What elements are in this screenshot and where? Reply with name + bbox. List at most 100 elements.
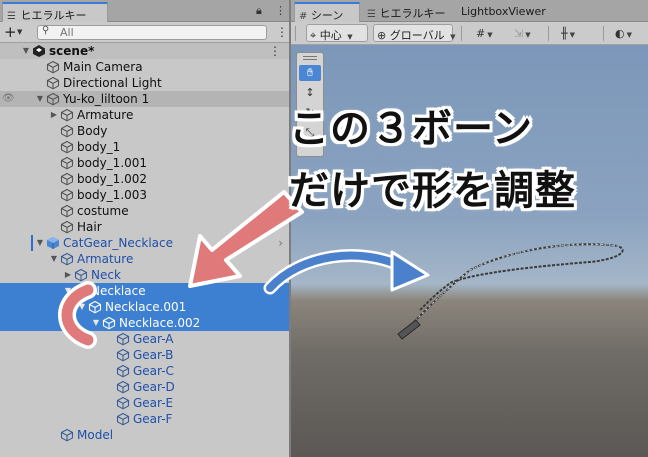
annotation-line-2: だけで形を調整 bbox=[289, 168, 576, 214]
chevron-down-icon: ▼ bbox=[450, 33, 456, 41]
hierarchy-row[interactable]: Main Camera bbox=[0, 59, 289, 75]
hierarchy-row[interactable]: ▼ Necklace bbox=[0, 283, 289, 299]
scene-menu-icon[interactable]: ⋮ bbox=[269, 43, 281, 59]
gameobject-cube-icon bbox=[116, 332, 130, 346]
ruler-button[interactable]: ╫ ▼ bbox=[557, 24, 595, 42]
hierarchy-row-label: body_1.001 bbox=[77, 156, 148, 170]
hierarchy-row-label: body_1.002 bbox=[77, 172, 148, 186]
hierarchy-row[interactable]: Directional Light bbox=[0, 75, 289, 91]
hierarchy-panel: ☰ ヒエラルキー 🔒︎ ⋮ + ▼ ⚲ ⋮ ▼ scene* ⋮ Main Camer… bbox=[0, 0, 289, 457]
gameobject-cube-icon bbox=[60, 204, 74, 218]
chevron-down-icon: ▼ bbox=[487, 31, 493, 39]
hierarchy-row-label: costume bbox=[77, 204, 129, 218]
hierarchy-row-label: Body bbox=[77, 124, 108, 138]
expand-arrow-down-icon[interactable]: ▼ bbox=[77, 299, 87, 315]
hierarchy-row[interactable]: Gear-F bbox=[0, 411, 289, 427]
globe-icon: ⊕ bbox=[377, 29, 387, 42]
tab-hierarchy-2[interactable]: ☰ ヒエラルキー bbox=[363, 2, 453, 22]
hierarchy-row[interactable]: ▼ Necklace.002 bbox=[0, 315, 289, 331]
hierarchy-row[interactable]: ▼ scene* ⋮ bbox=[0, 43, 289, 59]
chevron-down-icon: ▼ bbox=[347, 33, 353, 41]
gameobject-cube-icon bbox=[116, 412, 130, 426]
hierarchy-row[interactable]: Gear-E bbox=[0, 395, 289, 411]
sphere-icon: ◐ bbox=[615, 27, 625, 40]
hierarchy-row-label: body_1 bbox=[77, 140, 121, 154]
gameobject-cube-icon bbox=[116, 396, 130, 410]
hierarchy-row[interactable]: Gear-A bbox=[0, 331, 289, 347]
pivot-dropdown[interactable]: ⌖ 中心 ▼ bbox=[306, 24, 368, 42]
scene-toolbar: ⌖ 中心 ▼ ⊕ グローバル ▼ # ▼ ⇲ ▼ ╫ ▼ ◐ ▼ bbox=[291, 22, 648, 45]
hierarchy-row-label: Hair bbox=[77, 220, 102, 234]
lock-icon[interactable]: 🔒︎ bbox=[256, 4, 262, 18]
tab-lightbox-label: LightboxViewer bbox=[461, 5, 546, 18]
hierarchy-row[interactable]: Model bbox=[0, 427, 289, 443]
expand-arrow-down-icon[interactable]: ▼ bbox=[35, 91, 45, 107]
hierarchy-row[interactable]: ▼ CatGear_Necklace › bbox=[0, 235, 289, 251]
expand-arrow-down-icon[interactable]: ▼ bbox=[91, 315, 101, 331]
hierarchy-row[interactable]: Gear-D bbox=[0, 379, 289, 395]
tab-lightbox-viewer[interactable]: LightboxViewer bbox=[457, 2, 567, 22]
gameobject-cube-icon bbox=[60, 172, 74, 186]
space-dropdown[interactable]: ⊕ グローバル ▼ bbox=[373, 24, 456, 42]
hierarchy-row-label: Yu-ko_liltoon 1 bbox=[63, 92, 150, 106]
search-box[interactable]: ⚲ bbox=[37, 25, 267, 40]
expand-arrow-down-icon[interactable]: ▼ bbox=[35, 235, 45, 251]
expand-arrow-down-icon[interactable]: ▼ bbox=[21, 43, 31, 59]
hierarchy-row[interactable]: body_1 bbox=[0, 139, 289, 155]
pivot-label: 中心 bbox=[319, 29, 342, 42]
snap-icon: ⇲ bbox=[514, 27, 524, 40]
hand-tool-button[interactable]: ✋︎ bbox=[299, 65, 321, 81]
hierarchy-row-label: Gear-F bbox=[133, 412, 173, 426]
hierarchy-row-label: Gear-E bbox=[133, 396, 174, 410]
expand-arrow-down-icon[interactable]: ▼ bbox=[63, 283, 73, 299]
hierarchy-row[interactable]: ▼ Necklace.001 bbox=[0, 299, 289, 315]
expand-arrow-down-icon[interactable]: ▼ bbox=[49, 251, 59, 267]
hierarchy-row[interactable]: Gear-C bbox=[0, 363, 289, 379]
hierarchy-row[interactable]: body_1.003 bbox=[0, 187, 289, 203]
hierarchy-row-label: Directional Light bbox=[63, 76, 162, 90]
pivot-icon: ⌖ bbox=[310, 29, 317, 42]
scene-panel: # シーン ☰ ヒエラルキー LightboxViewer ⌖ 中心 ▼ ⊕ グ… bbox=[291, 0, 648, 457]
toolbar-divider bbox=[603, 26, 604, 41]
unity-scene-icon bbox=[33, 45, 45, 57]
hierarchy-row[interactable]: ▶ Neck bbox=[0, 267, 289, 283]
hierarchy-menu-icon[interactable]: ⋮ bbox=[276, 25, 288, 39]
search-input[interactable] bbox=[60, 26, 260, 39]
toolbar-divider bbox=[461, 26, 462, 41]
eye-icon[interactable]: 👁︎ bbox=[2, 91, 15, 107]
hierarchy-row[interactable]: ▶ Armature bbox=[0, 107, 289, 123]
shading-mode-button[interactable]: ◐ ▼ bbox=[611, 24, 645, 42]
chevron-down-icon: ▼ bbox=[525, 31, 531, 39]
grid-icon: # bbox=[299, 11, 308, 22]
chevron-right-icon[interactable]: › bbox=[278, 235, 283, 251]
expand-arrow-right-icon[interactable]: ▶ bbox=[49, 107, 59, 123]
ruler-icon: ╫ bbox=[561, 27, 568, 40]
tab-hierarchy[interactable]: ☰ ヒエラルキー bbox=[2, 2, 108, 22]
hierarchy-row[interactable]: costume bbox=[0, 203, 289, 219]
gameobject-cube-icon bbox=[74, 268, 88, 282]
chevron-down-icon[interactable]: ▼ bbox=[17, 28, 22, 36]
hierarchy-row[interactable]: ▼ Armature bbox=[0, 251, 289, 267]
tab-hierarchy-label: ヒエラルキー bbox=[20, 9, 87, 22]
hierarchy-row-label: Armature bbox=[77, 108, 134, 122]
hierarchy-row[interactable]: Gear-B bbox=[0, 347, 289, 363]
palette-grip[interactable] bbox=[303, 56, 317, 60]
tab-scene[interactable]: # シーン bbox=[294, 2, 360, 22]
grid-snap-button[interactable]: # ▼ bbox=[472, 24, 506, 42]
hierarchy-row[interactable]: body_1.002 bbox=[0, 171, 289, 187]
tab-scene-label: シーン bbox=[310, 9, 344, 22]
hierarchy-row-label: Gear-D bbox=[133, 380, 175, 394]
gameobject-cube-icon bbox=[60, 188, 74, 202]
hierarchy-row-label: Neck bbox=[91, 268, 121, 282]
expand-arrow-right-icon[interactable]: ▶ bbox=[63, 267, 73, 283]
scene-tab-bar: # シーン ☰ ヒエラルキー LightboxViewer bbox=[291, 0, 648, 22]
tab-menu-icon[interactable]: ⋮ bbox=[275, 4, 286, 17]
increment-snap-button[interactable]: ⇲ ▼ bbox=[510, 24, 540, 42]
hierarchy-row[interactable]: Hair bbox=[0, 219, 289, 235]
hierarchy-row-label: Gear-C bbox=[133, 364, 174, 378]
toolbar-divider bbox=[295, 26, 296, 41]
hierarchy-row[interactable]: body_1.001 bbox=[0, 155, 289, 171]
add-object-button[interactable]: + bbox=[4, 23, 17, 41]
hierarchy-row[interactable]: 👁︎ ▼ Yu-ko_liltoon 1 bbox=[0, 91, 289, 107]
hierarchy-row[interactable]: Body bbox=[0, 123, 289, 139]
